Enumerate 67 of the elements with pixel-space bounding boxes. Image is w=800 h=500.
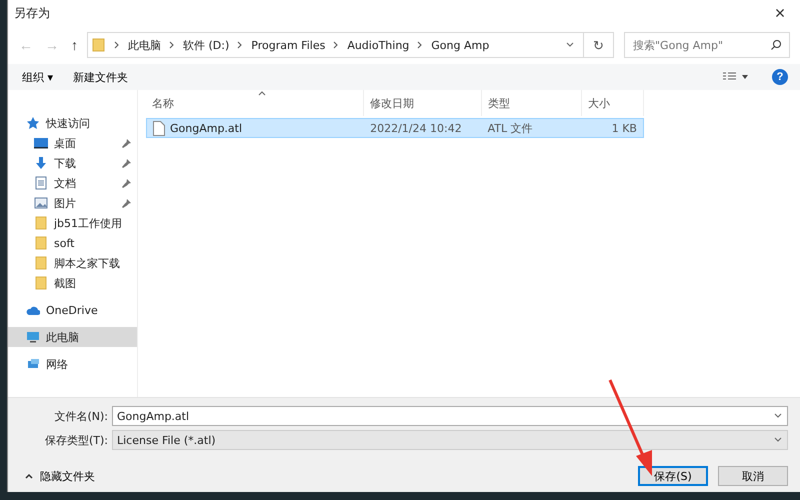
filename-field[interactable]: GongAmp.atl (112, 406, 788, 426)
sidebar-item[interactable]: OneDrive (8, 300, 137, 320)
cancel-button[interactable]: 取消 (718, 466, 788, 486)
breadcrumb[interactable]: AudioThing (347, 38, 410, 52)
document-icon (34, 176, 48, 190)
sidebar-item[interactable]: 快速访问 (8, 113, 137, 133)
search-field[interactable]: 搜索"Gong Amp" (624, 32, 790, 58)
sidebar-item[interactable]: 网络 (8, 354, 137, 374)
file-icon (153, 120, 165, 136)
close-button[interactable]: × (760, 0, 800, 26)
chevron-up-icon (24, 472, 34, 480)
breadcrumb[interactable]: 软件 (D:) (183, 38, 230, 52)
table-cell-text: 1 KB (610, 122, 638, 134)
folder-icon (34, 216, 48, 230)
window-title: 另存为 (14, 4, 50, 22)
chevron-icon (169, 41, 175, 49)
sidebar-item[interactable]: 下载 (8, 153, 137, 173)
column-header[interactable]: 修改日期 (364, 90, 482, 116)
table-cell-text: ATL 文件 (486, 120, 534, 136)
chevron-icon (237, 41, 244, 49)
chevron-icon (333, 41, 340, 49)
dropdown-icon[interactable] (565, 41, 575, 49)
sidebar-item[interactable]: 脚本之家下载 (8, 253, 137, 273)
column-header[interactable]: 名称 (146, 90, 364, 116)
folder-icon (34, 256, 48, 270)
sidebar-item[interactable]: 文档 (8, 173, 137, 193)
search-icon (770, 39, 782, 51)
sidebar-item[interactable]: 此电脑 (8, 327, 137, 347)
breadcrumb[interactable]: Program Files (251, 38, 326, 52)
save-button[interactable]: 保存(S) (638, 466, 708, 486)
folder-icon (34, 236, 48, 250)
pictures-icon (34, 196, 48, 210)
filename-label: 文件名(N): (53, 408, 109, 424)
view-options-icon[interactable] (722, 72, 750, 82)
breadcrumb[interactable]: Gong Amp (431, 38, 490, 52)
download-icon (34, 156, 48, 170)
chevron-icon (114, 41, 120, 49)
pc-icon (26, 331, 40, 343)
organize-button[interactable]: 组织 ▾ (16, 68, 60, 86)
file-name: GongAmp.atl (170, 122, 242, 134)
file-type-label: 保存类型(T): (44, 432, 109, 448)
refresh-button[interactable]: ↻ (583, 33, 613, 57)
up-button[interactable]: ↑ (68, 37, 81, 53)
sidebar-item[interactable]: soft (8, 233, 137, 253)
column-header[interactable]: 类型 (482, 90, 582, 116)
desktop-icon (34, 136, 48, 150)
sidebar-item[interactable]: 图片 (8, 193, 137, 213)
address-bar[interactable]: 此电脑 软件 (D:) Program Files AudioThing Gong Amp ↻ (87, 32, 614, 58)
sidebar-item[interactable]: 截图 (8, 273, 137, 293)
help-button[interactable]: ? (772, 69, 788, 85)
hide-folders-button[interactable]: 隐藏文件夹 (18, 468, 101, 484)
column-header[interactable]: 大小 (582, 90, 644, 116)
file-row[interactable]: GongAmp.atl 2022/1/24 10:42 ATL 文件 1 KB (146, 118, 644, 138)
dropdown-icon (773, 412, 783, 420)
folder-icon (34, 276, 48, 290)
cloud-icon (26, 304, 40, 316)
sidebar-item[interactable]: 桌面 (8, 133, 137, 153)
folder-icon (92, 38, 106, 52)
new-folder-button[interactable]: 新建文件夹 (67, 68, 134, 86)
sidebar-item[interactable]: jb51工作使用 (8, 213, 137, 233)
chevron-icon (417, 41, 424, 49)
star-icon (26, 117, 40, 129)
network-icon (26, 358, 40, 370)
breadcrumb[interactable]: 此电脑 (128, 38, 161, 52)
dropdown-icon (773, 436, 783, 444)
table-cell-text: 2022/1/24 10:42 (369, 122, 463, 134)
file-type-dropdown[interactable]: License File (*.atl) (112, 430, 788, 450)
